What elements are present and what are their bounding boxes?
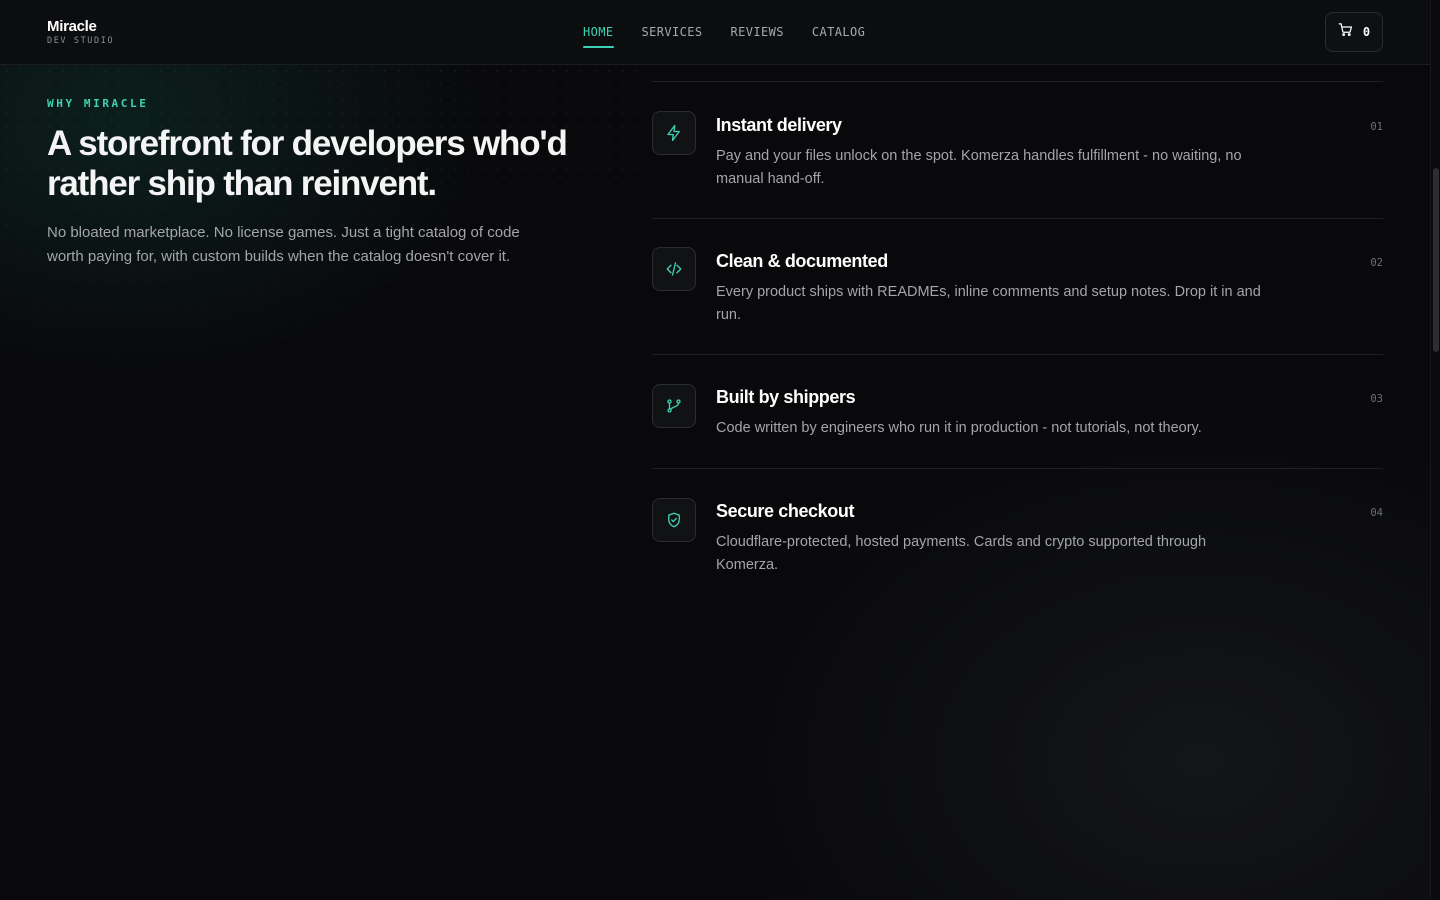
cart-icon — [1338, 22, 1353, 42]
feature-item: Instant delivery Pay and your files unlo… — [652, 81, 1383, 218]
brand-subtitle: DEV STUDIO — [47, 36, 115, 46]
nav-item-home[interactable]: HOME — [583, 0, 614, 64]
lightning-icon — [652, 111, 696, 155]
feature-item: Secure checkout Cloudflare-protected, ho… — [652, 468, 1383, 588]
page-scrollbar[interactable] — [1430, 0, 1440, 900]
cart-count: 0 — [1362, 25, 1371, 39]
feature-number: 02 — [1370, 257, 1383, 269]
cart-button[interactable]: 0 — [1325, 12, 1383, 52]
brand-logo[interactable]: Miracle DEV STUDIO — [47, 18, 115, 47]
feature-title: Secure checkout — [716, 501, 855, 521]
feature-title: Built by shippers — [716, 387, 856, 407]
feature-item: Built by shippers Code written by engine… — [652, 354, 1383, 468]
nav-item-reviews[interactable]: REVIEWS — [731, 0, 784, 64]
section-headline: A storefront for developers who'd rather… — [47, 124, 568, 203]
code-icon — [652, 247, 696, 291]
git-branch-icon — [652, 384, 696, 428]
site-header: Miracle DEV STUDIO HOME SERVICES REVIEWS… — [0, 0, 1430, 65]
brand-name: Miracle — [47, 18, 97, 35]
main-nav: HOME SERVICES REVIEWS CATALOG — [583, 0, 865, 64]
feature-title: Instant delivery — [716, 115, 842, 135]
section-lead: No bloated marketplace. No license games… — [47, 224, 520, 265]
nav-item-services[interactable]: SERVICES — [642, 0, 703, 64]
feature-description: Code written by engineers who run it in … — [716, 420, 1202, 436]
page: Miracle DEV STUDIO HOME SERVICES REVIEWS… — [0, 0, 1440, 900]
feature-number: 04 — [1370, 507, 1383, 519]
feature-number: 01 — [1370, 121, 1383, 133]
feature-item: Clean & documented Every product ships w… — [652, 218, 1383, 354]
feature-description: Cloudflare-protected, hosted payments. C… — [716, 534, 1207, 573]
feature-number: 03 — [1370, 393, 1383, 405]
scrollbar-thumb[interactable] — [1433, 168, 1439, 352]
nav-item-catalog[interactable]: CATALOG — [812, 0, 865, 64]
feature-list: Instant delivery Pay and your files unlo… — [652, 81, 1383, 588]
section-eyebrow: WHY MIRACLE — [47, 97, 149, 110]
feature-title: Clean & documented — [716, 251, 888, 271]
feature-description: Pay and your files unlock on the spot. K… — [716, 148, 1242, 187]
feature-description: Every product ships with READMEs, inline… — [716, 284, 1261, 323]
shield-check-icon — [652, 498, 696, 542]
